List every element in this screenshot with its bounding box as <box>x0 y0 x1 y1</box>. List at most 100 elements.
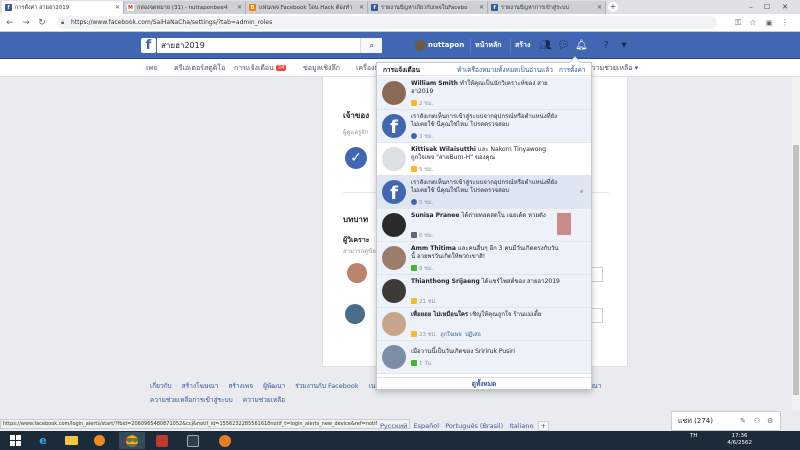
tab-notifications[interactable]: การแจ้งเตือน 24 <box>234 63 287 74</box>
close-icon[interactable]: ✕ <box>359 4 364 11</box>
browser-tab-1[interactable]: f การตั้งค่า สายฮา2019 ✕ <box>2 1 124 14</box>
back-icon[interactable]: ← <box>4 17 16 29</box>
notifications-icon[interactable]: 🔔︎ <box>575 39 588 52</box>
footer-link[interactable]: ผู้พัฒนา <box>263 381 285 391</box>
tab-creator-studio[interactable]: ครีเอเตอร์สตูดิโอ <box>174 63 225 74</box>
tab-label: รายงานปัญหาเกี่ยวกับเพจในFacebo <box>381 4 468 11</box>
language-link[interactable]: Português (Brasil) <box>445 422 503 430</box>
facebook-logo[interactable]: f <box>141 38 156 53</box>
browser-tab-5[interactable]: f รายงานปัญหาการเข้าสู่ระบบ ✕ <box>488 1 606 14</box>
footer-link[interactable]: เกี่ยวกับ <box>150 381 172 391</box>
browser-tab-4[interactable]: f รายงานปัญหาเกี่ยวกับเพจในFacebo ✕ <box>368 1 488 14</box>
like-page-button[interactable]: ถูกใจเพจ <box>440 332 461 338</box>
footer-link[interactable]: ร่วมงานกับ Facebook <box>295 381 358 391</box>
close-window-icon[interactable]: ✕ <box>778 1 792 13</box>
notification-text: เราสังเกตเห็นการเข้าสู่ระบบจากอุปกรณ์หรื… <box>411 113 561 129</box>
app-icon[interactable] <box>149 432 175 449</box>
language-link[interactable]: Русский <box>380 422 407 430</box>
footer-link[interactable]: ความช่วยเหลือการเข้าสู่ระบบ <box>150 395 233 405</box>
search-value: สายฮา2019 <box>161 41 205 50</box>
notification-text: Amm Thitima และคนอื่นๆ อีก 3 คนมีวันเกิด… <box>411 245 561 261</box>
star-icon[interactable]: ☆ <box>748 17 758 29</box>
extension-icon[interactable]: ▣ <box>764 17 774 29</box>
notification-item[interactable]: เมื่อวานนี้เป็นวันเกิดของ Sririruk Pusir… <box>377 341 591 374</box>
unread-dot-icon[interactable] <box>580 190 583 193</box>
notification-body: เมื่อวานนี้เป็นวันเกิดของ Sririruk Pusir… <box>411 348 516 355</box>
maximize-icon[interactable]: ☐ <box>760 1 774 13</box>
start-button[interactable] <box>2 432 28 449</box>
footer-link[interactable]: สร้างโฆษณา <box>182 381 219 391</box>
avatar <box>382 246 406 270</box>
search-icon[interactable]: ⌕ <box>360 38 382 53</box>
media-player-icon[interactable] <box>86 432 112 449</box>
tab-help[interactable]: ความช่วยเหลือ ▾ <box>587 63 638 74</box>
profile-link[interactable]: nuttapon <box>415 38 464 53</box>
minimize-icon[interactable]: – <box>744 1 758 13</box>
browser-tab-2[interactable]: M กล่องจดหมาย (31) - nuttaponbee4 ✕ <box>124 1 246 14</box>
footer-link[interactable]: ความช่วยเหลือ <box>243 395 285 405</box>
language-link[interactable]: Español <box>414 422 440 430</box>
facebook-icon: f <box>382 180 406 204</box>
browser-tab-3[interactable]: B แฟนเพจ Facebook โดน Hack ต้องทำ ✕ <box>246 1 368 14</box>
see-all-link[interactable]: ดูทั้งหมด <box>377 377 591 390</box>
language-link[interactable]: Italiano <box>509 422 533 430</box>
notification-item[interactable]: เพื่อยอย ไม่เหมือนใคร เชิญให้คุณถูกใจ ร้… <box>377 308 591 341</box>
windows-taskbar: e TH 17:36 4/6/2562 <box>0 431 800 450</box>
mark-all-read-link[interactable]: ทำเครื่องหมายทั้งหมดเป็นอ่านแล้ว <box>457 65 553 75</box>
scrollbar-thumb[interactable] <box>793 145 799 395</box>
compose-icon[interactable]: ✎ <box>740 412 746 430</box>
video-icon <box>411 232 417 238</box>
tab-page[interactable]: เพจ <box>146 63 157 74</box>
url-bar[interactable]: 🔒︎ https://www.facebook.com/SaiHaNaCha/s… <box>57 16 717 29</box>
create-link[interactable]: สร้าง <box>510 38 530 53</box>
role-select[interactable] <box>591 267 603 282</box>
help-icon[interactable]: ? <box>600 39 612 52</box>
notification-item[interactable]: Amm Thitima และคนอื่นๆ อีก 3 คนมีวันเกิด… <box>377 242 591 275</box>
decline-button[interactable]: ปฏิเสธ <box>465 332 481 338</box>
footer-link[interactable]: สร้างเพจ <box>228 381 253 391</box>
cake-icon <box>411 360 417 366</box>
time-text: 21 ชม. <box>419 299 437 305</box>
messenger-icon[interactable]: 💬︎ <box>557 39 570 52</box>
notification-text: เมื่อวานนี้เป็นวันเกิดของ Sririruk Pusir… <box>411 348 561 356</box>
friend-requests-icon[interactable]: 👥︎ <box>539 39 552 52</box>
search-input[interactable]: สายฮา2019 ⌕ <box>157 38 382 53</box>
notification-item[interactable]: f เราสังเกตเห็นการเข้าสู่ระบบจากอุปกรณ์ห… <box>377 110 591 143</box>
tab-insights[interactable]: ข่อมูลเชิงลึก <box>303 63 340 74</box>
notification-settings-link[interactable]: การตั้งค่า <box>559 65 585 75</box>
notification-item[interactable]: Kittisak Wilaisutthi และ Nakorn Tinyawon… <box>377 143 591 176</box>
language-indicator[interactable]: TH <box>690 433 698 439</box>
chat-bar[interactable]: แชท (274) ✎ ⚇ ⚙ <box>671 411 781 431</box>
group-icon[interactable]: ⚇ <box>754 412 760 430</box>
notification-time: 6 ชม. <box>411 232 433 240</box>
role-select[interactable] <box>591 308 603 323</box>
time-text: 6 ชม. <box>419 233 434 239</box>
explorer-icon[interactable] <box>58 432 84 449</box>
close-icon[interactable]: ✕ <box>479 4 484 11</box>
chevron-down-icon[interactable]: ▼ <box>618 39 630 52</box>
clock[interactable]: 17:36 4/6/2562 <box>727 433 752 447</box>
ie-icon[interactable]: e <box>30 432 56 449</box>
gear-icon[interactable]: ⚙ <box>767 412 773 430</box>
home-link[interactable]: หน้าหลัก <box>470 38 501 53</box>
forward-icon[interactable]: → <box>20 17 32 29</box>
menu-icon[interactable]: ⋮ <box>780 17 790 29</box>
reload-icon[interactable]: ↻ <box>36 17 48 29</box>
notification-time: 23 ชม. ถูกใจเพจ ปฏิเสธ <box>411 331 481 339</box>
more-languages-button[interactable]: + <box>537 421 550 431</box>
close-icon[interactable]: ✕ <box>115 4 120 11</box>
notification-item[interactable]: Thianthong Srijaeng ได้แชร์โพสต์ของ สายฮ… <box>377 275 591 308</box>
globe-icon <box>411 199 417 205</box>
notification-item[interactable]: William Smith ทำให้คุณเป็นนักวิเคราะห์ขอ… <box>377 77 591 110</box>
notification-item[interactable]: f เราสังเกตเห็นการเข้าสู่ระบบจากอุปกรณ์ห… <box>377 176 591 209</box>
avatar <box>382 279 406 303</box>
new-tab-button[interactable]: + <box>608 2 618 12</box>
notification-item[interactable]: Sunisa Pranee ได้ถ่ายทอดสดใน เฉยเด้ด หวย… <box>377 209 591 242</box>
notification-text: Sunisa Pranee ได้ถ่ายทอดสดใน เฉยเด้ด หวย… <box>411 212 551 220</box>
app-icon[interactable] <box>180 432 206 449</box>
key-icon[interactable]: ⚿ <box>733 17 743 29</box>
app-icon[interactable] <box>212 432 238 449</box>
close-icon[interactable]: ✕ <box>597 4 602 11</box>
chrome-icon[interactable] <box>119 432 145 449</box>
close-icon[interactable]: ✕ <box>237 4 242 11</box>
